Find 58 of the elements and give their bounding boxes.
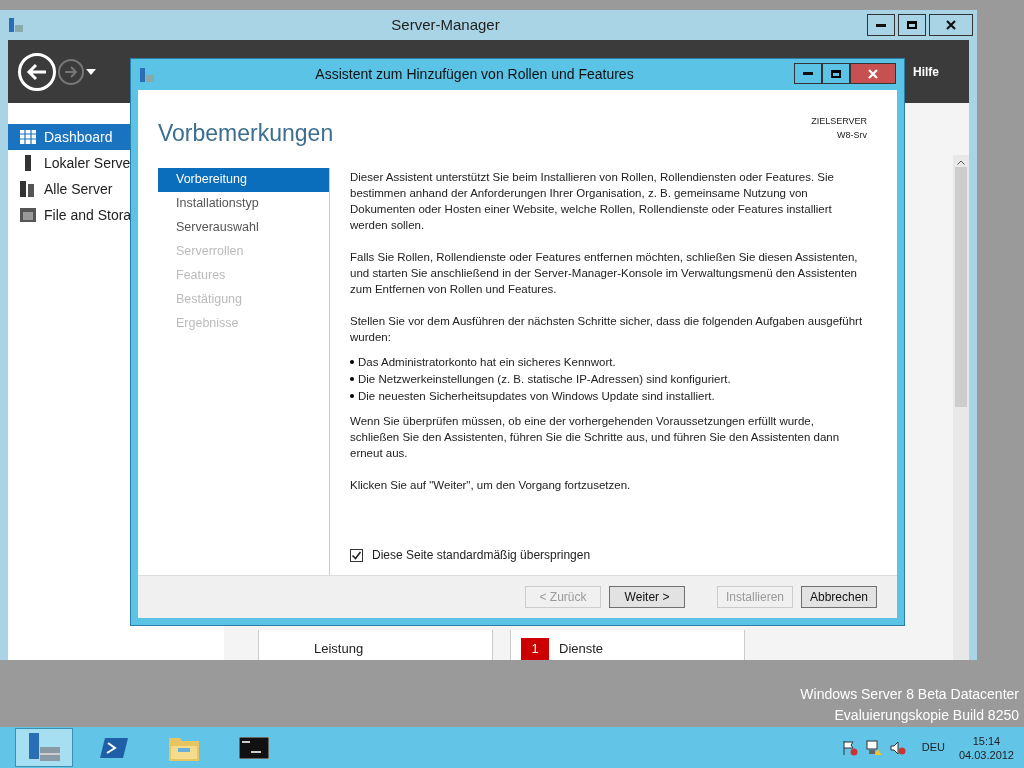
server-icon	[24, 155, 32, 171]
wizard-step[interactable]: Serverauswahl	[158, 215, 329, 240]
dialog-button[interactable]: Weiter >	[609, 586, 685, 608]
network-icon[interactable]	[865, 739, 882, 756]
dialog-button[interactable]: Abbrechen	[801, 586, 877, 608]
minimize-icon	[803, 72, 813, 75]
tile-label: Leistung	[314, 639, 364, 658]
speaker-icon[interactable]	[889, 739, 906, 756]
arrow-right-icon	[64, 65, 78, 78]
bullet-icon	[350, 376, 354, 381]
arrow-left-icon	[26, 62, 48, 81]
alert-count: 1	[521, 638, 549, 660]
input-language[interactable]: DEU	[921, 739, 945, 756]
minimize-icon	[876, 23, 886, 27]
close-button[interactable]	[929, 14, 973, 36]
chevron-up-icon	[957, 160, 965, 165]
bullet-icon	[350, 393, 354, 398]
close-icon	[946, 20, 956, 30]
clock-time[interactable]: 15:14	[972, 733, 1001, 748]
skip-checkbox[interactable]: Diese Seite standardmäßig überspringen	[350, 547, 863, 563]
list-item: Die neuesten Sicherheitsupdates von Windows Update sind installiert.	[358, 388, 715, 404]
dialog-title: Assistent zum Hinzufügen von Rollen und Features	[314, 65, 635, 84]
list-item: Die Netzwerkeinstellungen (z. B. statische IP-Adressen) sind konfiguriert.	[358, 371, 731, 387]
wizard-step[interactable]: Installationstyp	[158, 191, 329, 216]
console-icon	[239, 736, 269, 759]
window-title: Server-Manager	[390, 14, 501, 35]
minimize-button[interactable]	[794, 63, 822, 84]
checkmark-icon	[351, 549, 362, 561]
paragraph: Dieser Assistent unterstützt Sie beim Installieren von Rollen, Rollendiensten oder Features. Sie bestimmen anhand der Anforderungen Ihrer Organisation, z. B. gemeinsame Nutzung von Dokumenten oder Hosten einer Website, welche Rollen, Rollendienste oder Features installiert werden sollen.	[350, 169, 835, 233]
paragraph: Falls Sie Rollen, Rollendienste oder Features entfernen möchten, schließen Sie diesen Assistenten, und starten Sie anschließend in der Server-Manager-Konsole im Verwaltungsmenü den Assistenten zum Entfernen von Rollen und Features.	[350, 249, 859, 297]
minimize-button[interactable]	[867, 14, 895, 36]
server-manager-icon	[26, 732, 62, 763]
clock-date[interactable]: 04.03.2012	[958, 747, 1014, 762]
maximize-button[interactable]	[898, 14, 926, 36]
terminal-icon	[99, 735, 129, 760]
flag-icon[interactable]	[841, 739, 858, 756]
target-server-name: W8-Srv	[837, 128, 867, 142]
servers-icon	[20, 181, 36, 197]
edition-text: Windows Server 8 Beta Datacenter	[800, 685, 1019, 704]
back-button[interactable]	[18, 52, 56, 91]
grid-icon	[20, 130, 36, 144]
help-menu[interactable]: Hilfe	[913, 62, 939, 81]
close-button[interactable]	[850, 63, 896, 84]
paragraph: Wenn Sie überprüfen müssen, ob eine der vorhergehenden Voraussetzungen erfüllt wurde, schließen Sie den Assistenten, führen Sie die Schritte aus, und führen Sie den Assistenten dann erneut aus.	[350, 413, 841, 461]
scrollbar[interactable]	[953, 155, 969, 660]
close-icon	[868, 68, 878, 79]
edition-text: Evaluierungskopie Build 8250	[834, 706, 1019, 725]
paragraph: Klicken Sie auf "Weiter", um den Vorgang fortzusetzen.	[350, 477, 632, 493]
paragraph: Stellen Sie vor dem Ausführen der nächsten Schritte sicher, dass die folgenden Aufgaben ausgeführt wurden:	[350, 313, 863, 345]
wizard-step[interactable]: Vorbereitung	[158, 167, 329, 192]
list-item: Das Administratorkonto hat ein sicheres Kennwort.	[358, 354, 616, 370]
app-icon	[8, 17, 24, 33]
folder-icon	[20, 208, 36, 222]
caret-icon[interactable]	[86, 68, 96, 75]
bullet-icon	[350, 359, 354, 364]
target-server-label: ZIELSERVER	[811, 115, 867, 128]
tile-label: Dienste	[559, 639, 604, 658]
app-icon	[139, 66, 155, 83]
